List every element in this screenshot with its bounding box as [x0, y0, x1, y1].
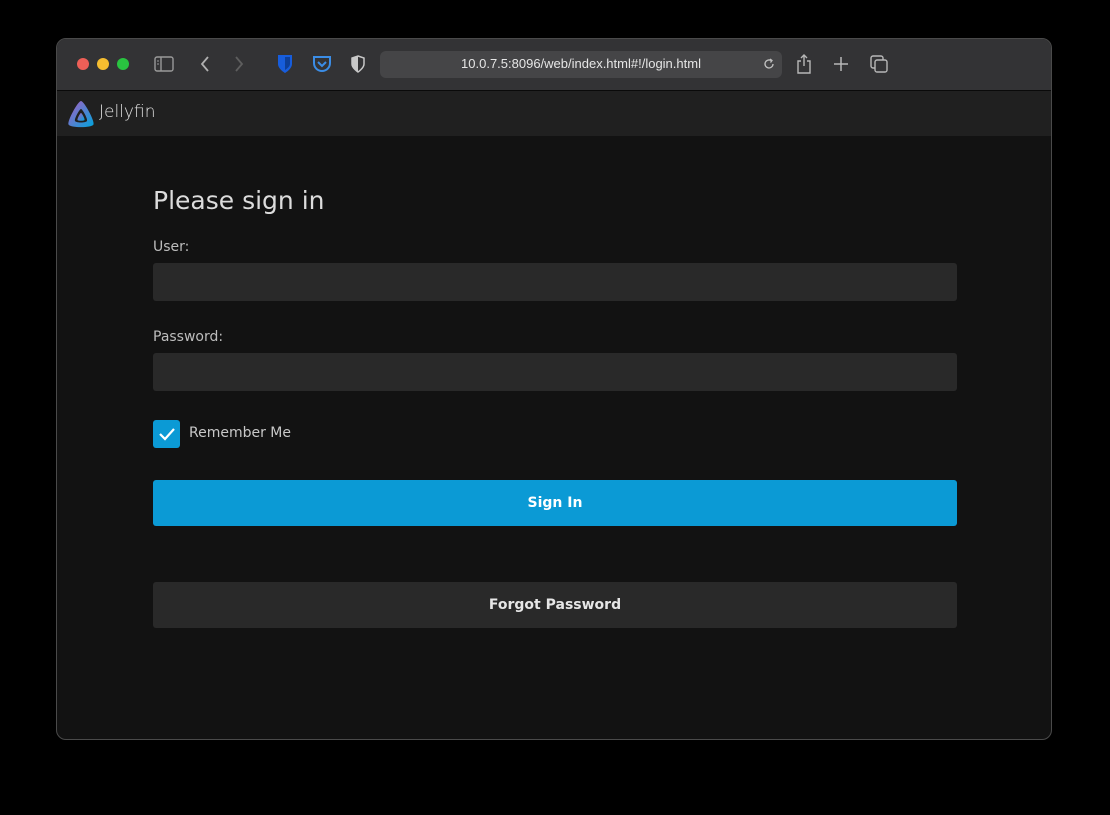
app-header: Jellyfin — [57, 91, 1051, 136]
checkmark-icon — [158, 428, 175, 441]
forgot-password-button[interactable]: Forgot Password — [153, 582, 957, 628]
jellyfin-logo-icon[interactable] — [65, 98, 97, 130]
reload-icon[interactable] — [762, 57, 776, 71]
page-title: Please sign in — [153, 186, 325, 215]
address-bar[interactable]: 10.0.7.5:8096/web/index.html#!/login.htm… — [380, 51, 782, 78]
sign-in-button[interactable]: Sign In — [153, 480, 957, 526]
browser-toolbar: 10.0.7.5:8096/web/index.html#!/login.htm… — [57, 39, 1051, 91]
new-tab-icon[interactable] — [832, 54, 850, 74]
pocket-icon[interactable] — [311, 54, 333, 74]
minimize-window-button[interactable] — [97, 58, 109, 70]
remember-me-label[interactable]: Remember Me — [189, 425, 291, 441]
forward-icon[interactable] — [230, 54, 248, 74]
password-input[interactable] — [153, 353, 957, 391]
share-icon[interactable] — [795, 53, 813, 75]
url-text: 10.0.7.5:8096/web/index.html#!/login.htm… — [461, 56, 701, 71]
sidebar-icon[interactable] — [153, 54, 175, 74]
tab-overview-icon[interactable] — [869, 54, 889, 74]
back-icon[interactable] — [196, 54, 214, 74]
zoom-window-button[interactable] — [117, 58, 129, 70]
browser-window: 10.0.7.5:8096/web/index.html#!/login.htm… — [56, 38, 1052, 740]
password-label: Password: — [153, 329, 224, 345]
app-name: Jellyfin — [99, 102, 156, 122]
user-label: User: — [153, 239, 190, 255]
user-input[interactable] — [153, 263, 957, 301]
privacy-shield-icon[interactable] — [349, 54, 367, 74]
remember-me-checkbox[interactable] — [153, 420, 180, 448]
close-window-button[interactable] — [77, 58, 89, 70]
bitwarden-icon[interactable] — [276, 53, 294, 75]
